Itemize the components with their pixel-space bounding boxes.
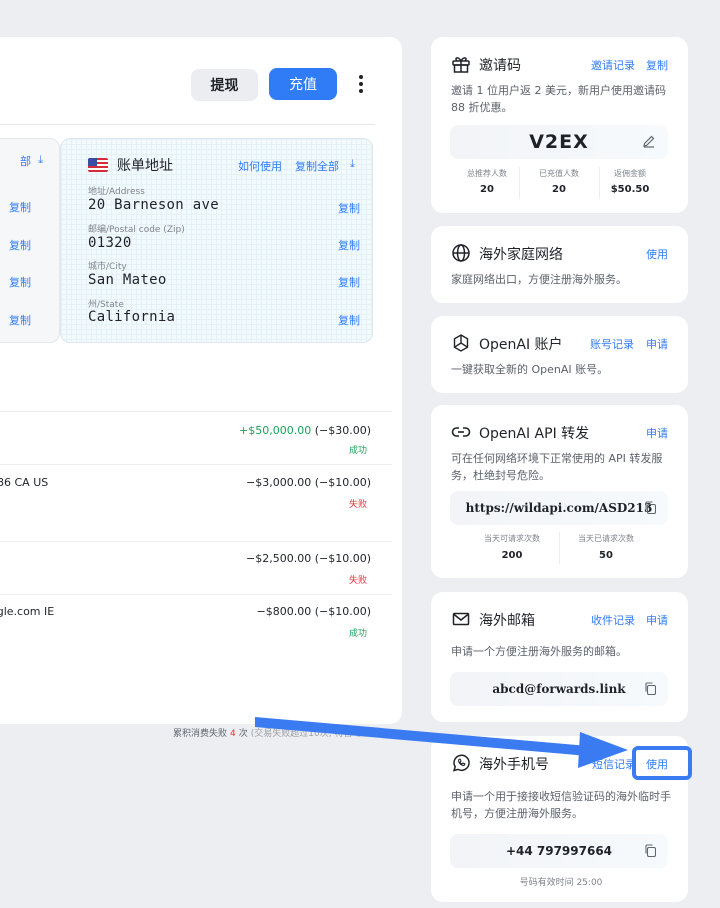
- use-link[interactable]: 使用: [646, 756, 668, 772]
- annotation-arrow: [255, 717, 628, 768]
- use-button-highlight[interactable]: 使用: [632, 746, 692, 780]
